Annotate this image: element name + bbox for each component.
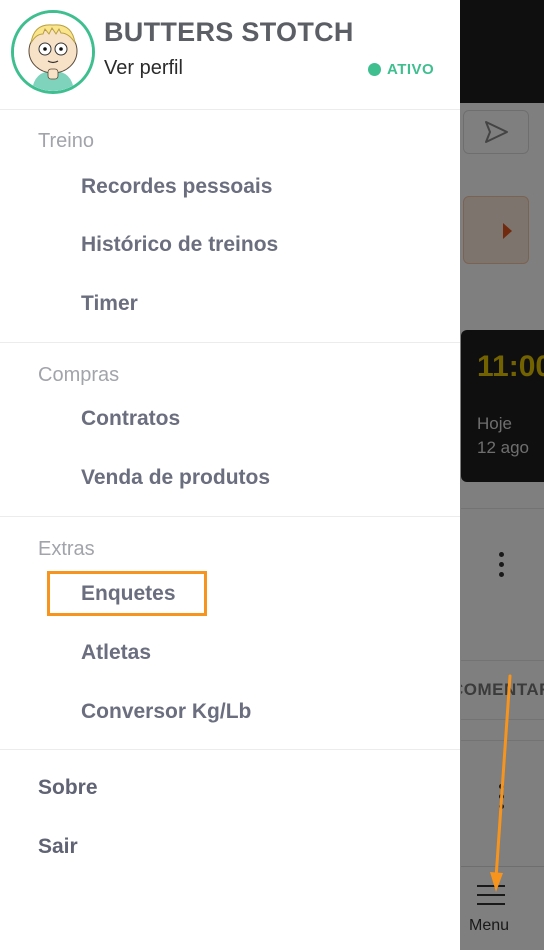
- menu-item-contratos[interactable]: Contratos: [81, 407, 180, 431]
- menu-item-historico-de-treinos[interactable]: Histórico de treinos: [81, 233, 278, 257]
- user-name: BUTTERS STOTCH: [104, 17, 354, 47]
- section-title-compras: Compras: [38, 364, 120, 386]
- avatar-illustration: [14, 13, 92, 91]
- status-badge: ATIVO: [368, 61, 434, 78]
- status-dot-icon: [368, 63, 381, 76]
- menu-item-recordes-pessoais[interactable]: Recordes pessoais: [81, 175, 272, 199]
- status-label: ATIVO: [387, 61, 435, 78]
- view-profile-link[interactable]: Ver perfil: [104, 57, 183, 80]
- divider: [0, 516, 460, 517]
- highlight-annotation-box: [47, 571, 207, 616]
- divider: [0, 749, 460, 750]
- menu-item-venda-de-produtos[interactable]: Venda de produtos: [81, 466, 270, 490]
- navigation-drawer: BUTTERS STOTCH Ver perfil ATIVO Treino R…: [0, 0, 460, 950]
- menu-item-conversor-kg-lb[interactable]: Conversor Kg/Lb: [81, 700, 251, 724]
- profile-header[interactable]: BUTTERS STOTCH Ver perfil ATIVO: [0, 0, 460, 110]
- section-title-treino: Treino: [38, 130, 94, 152]
- divider: [0, 342, 460, 343]
- menu-item-sobre[interactable]: Sobre: [38, 776, 98, 800]
- avatar[interactable]: [11, 10, 95, 94]
- menu-item-sair[interactable]: Sair: [38, 835, 78, 859]
- menu-item-atletas[interactable]: Atletas: [81, 641, 151, 665]
- section-title-extras: Extras: [38, 538, 95, 560]
- menu-item-timer[interactable]: Timer: [81, 292, 138, 316]
